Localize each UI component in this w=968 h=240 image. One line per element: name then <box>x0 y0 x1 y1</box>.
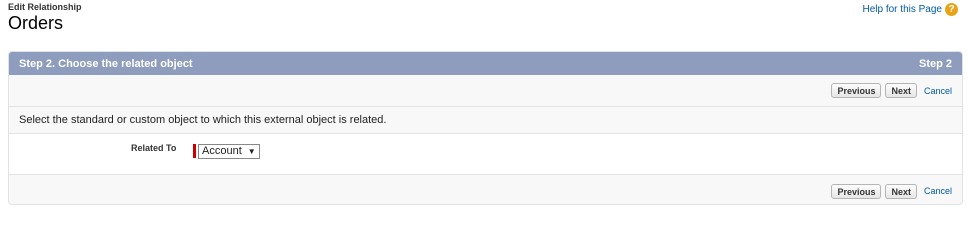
related-to-value: Account <box>202 145 242 157</box>
help-link[interactable]: Help for this Page ? <box>862 3 958 16</box>
page-header: Edit Relationship Orders <box>8 2 82 33</box>
next-button-top[interactable]: Next <box>885 83 917 98</box>
page-title: Orders <box>8 13 64 33</box>
panel-title: Step 2. Choose the related object <box>19 57 193 70</box>
required-indicator <box>193 144 196 158</box>
previous-button-bottom[interactable]: Previous <box>831 183 882 199</box>
next-button-bottom[interactable]: Next <box>885 183 917 199</box>
cancel-link-bottom[interactable]: Cancel <box>924 186 952 196</box>
top-button-row: Previous Next Cancel <box>9 75 962 107</box>
related-to-label: Related To <box>131 143 177 153</box>
step-indicator: Step 2 <box>918 57 952 70</box>
step-panel: Step 2. Choose the related object Step 2… <box>8 51 963 205</box>
chevron-down-icon: ▼ <box>247 147 256 156</box>
related-to-select[interactable]: Account ▼ <box>198 144 260 159</box>
bottom-button-row: Previous Next Cancel <box>9 174 962 204</box>
cancel-link-top[interactable]: Cancel <box>924 86 952 96</box>
page-subtitle: Edit Relationship <box>8 2 82 12</box>
related-to-row: Related To Account ▼ <box>9 134 962 174</box>
previous-button-top[interactable]: Previous <box>831 83 882 98</box>
help-icon: ? <box>945 3 958 16</box>
instructions-text: Select the standard or custom object to … <box>9 107 962 134</box>
help-link-label: Help for this Page <box>862 4 943 15</box>
panel-header: Step 2. Choose the related object Step 2 <box>9 52 962 75</box>
